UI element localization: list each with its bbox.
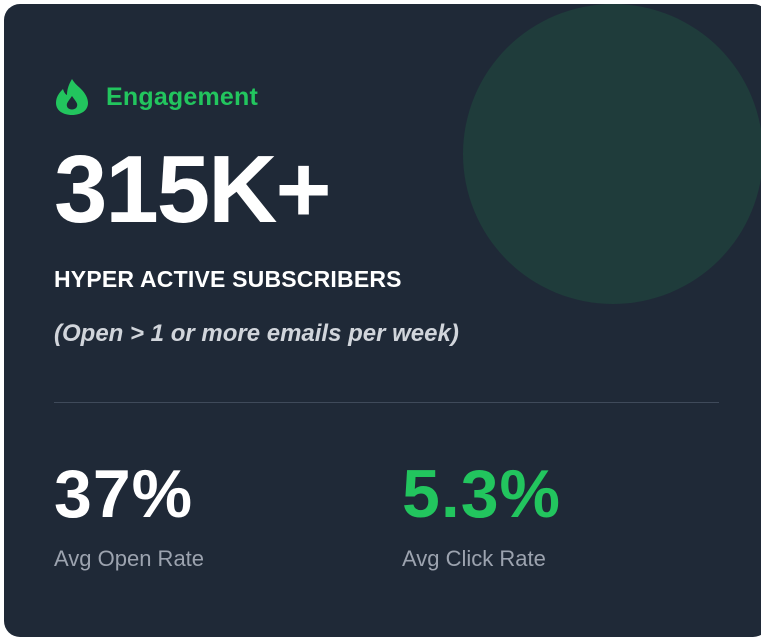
- headline-note: (Open > 1 or more emails per week): [54, 320, 459, 347]
- stat-open-rate: 37% Avg Open Rate: [54, 460, 204, 572]
- headline-value: 315K+: [54, 136, 332, 243]
- stat-click-rate: 5.3% Avg Click Rate: [402, 460, 561, 572]
- stat-value: 5.3%: [402, 456, 561, 532]
- headline-label: HYPER ACTIVE SUBSCRIBERS: [54, 266, 402, 292]
- divider: [54, 402, 719, 403]
- stat-caption: Avg Open Rate: [54, 546, 205, 571]
- card-eyebrow: Engagement: [54, 78, 258, 116]
- decorative-circle: [463, 4, 761, 304]
- engagement-card: Engagement 315K+ HYPER ACTIVE SUBSCRIBER…: [4, 4, 761, 637]
- stat-value: 37%: [54, 456, 194, 532]
- flame-icon: [56, 79, 88, 115]
- eyebrow-label: Engagement: [106, 82, 259, 111]
- stat-caption: Avg Click Rate: [402, 546, 546, 571]
